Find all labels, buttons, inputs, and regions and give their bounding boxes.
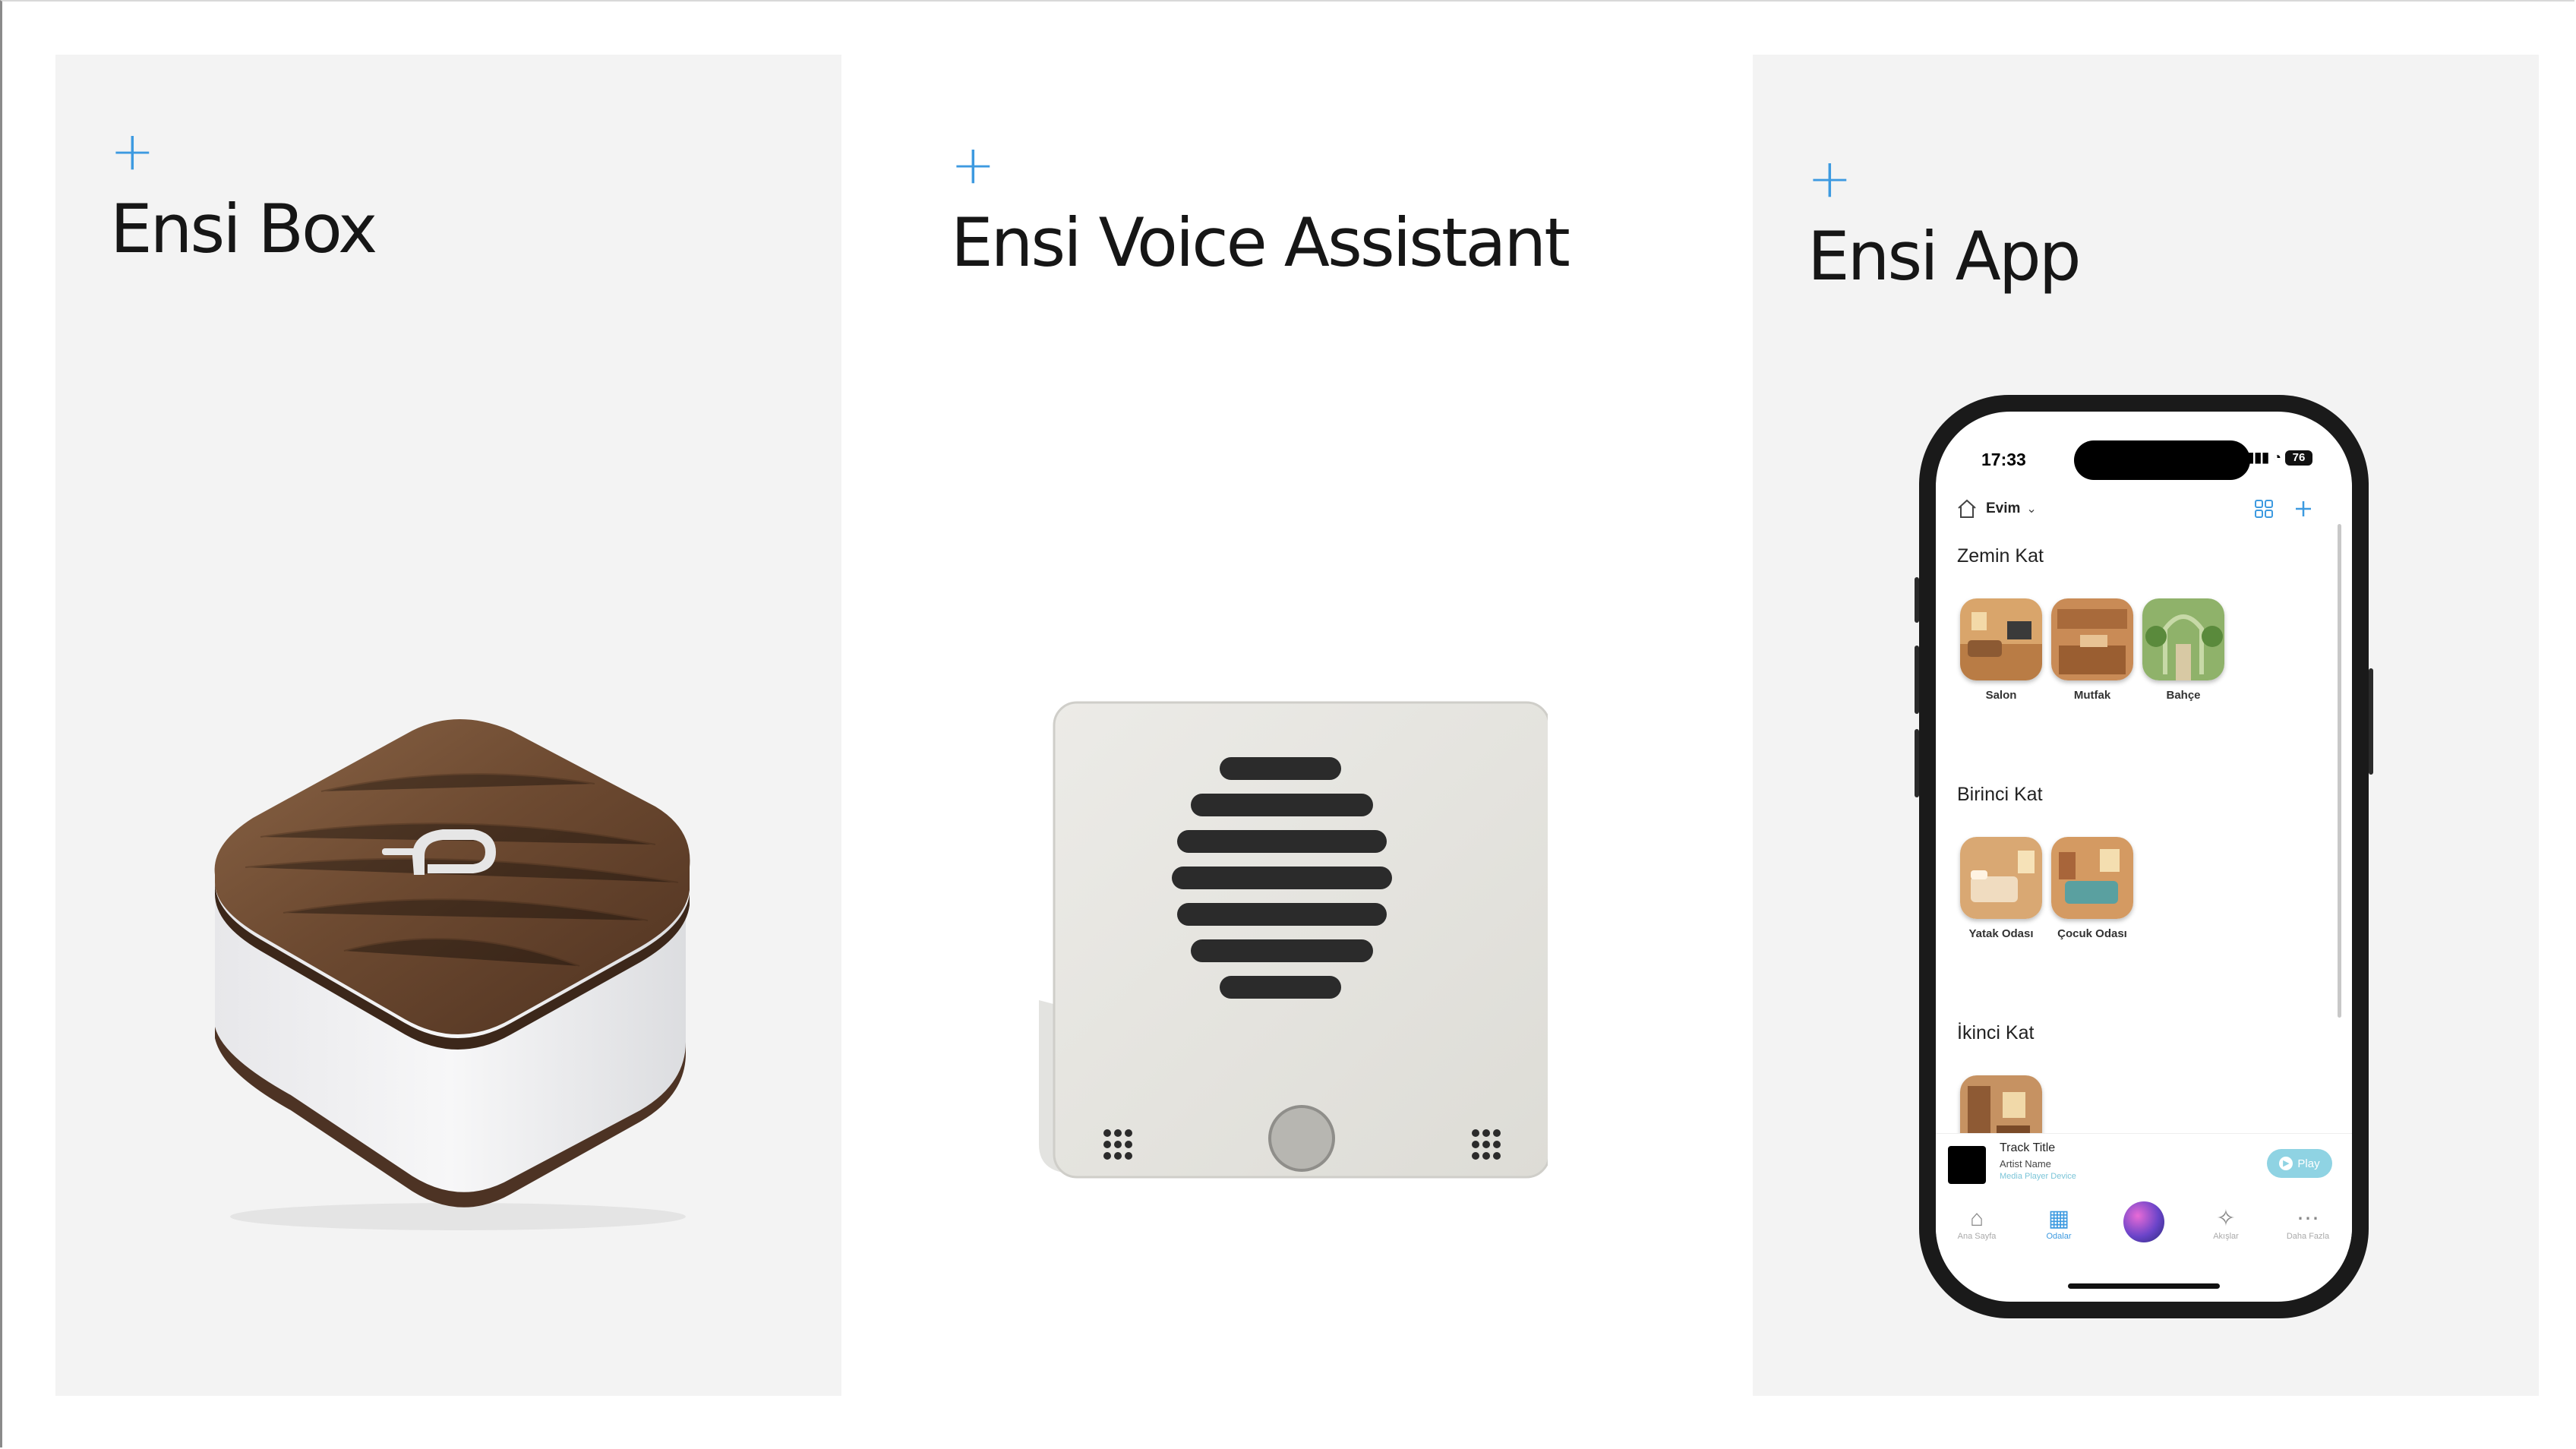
room-label: Salon: [1985, 689, 2017, 702]
status-icons: ▮▮▮ ◔ 76: [2246, 450, 2312, 466]
plus-icon[interactable]: +: [1807, 152, 1852, 205]
ensi-box-image: [214, 719, 690, 1230]
phone-screen: 17:33 ▮▮▮ ◔ 76 Evim ⌄ Zemin Kat Salon Mu…: [1936, 412, 2352, 1302]
panel-title: Ensi App: [1807, 217, 2082, 295]
power-button: [2369, 668, 2373, 775]
room-label: Mutfak: [2073, 689, 2111, 702]
button-icon: [1268, 1105, 1335, 1172]
battery-icon: 76: [2285, 450, 2312, 466]
album-art: [1948, 1146, 1986, 1184]
dynamic-island: [2074, 440, 2250, 480]
room-image: [2051, 598, 2133, 680]
panel-title: Ensi Box: [110, 190, 377, 268]
chevron-down-icon: ⌄: [2026, 503, 2037, 516]
room-label: Yatak Odası: [1968, 927, 2034, 940]
room-image: [1960, 598, 2042, 680]
add-icon[interactable]: [2293, 498, 2314, 519]
tab-label: Odalar: [2046, 1232, 2072, 1241]
volume-down-button: [1915, 729, 1919, 797]
room-card-bahce[interactable]: Bahçe: [2142, 598, 2224, 702]
rooms-grid-icon: ▦: [2047, 1206, 2070, 1231]
room-card-yatak-odasi[interactable]: Yatak Odası: [1960, 837, 2042, 940]
play-label: Play: [2297, 1157, 2320, 1170]
wifi-icon: ◔: [2273, 450, 2281, 465]
home-icon: [1958, 499, 1976, 518]
home-icon: ⌂: [1969, 1206, 1984, 1231]
panel-ensi-voice-assistant: + Ensi Voice Assistant: [841, 55, 1753, 1396]
play-button[interactable]: ▶ Play: [2267, 1149, 2332, 1178]
home-selector[interactable]: Evim ⌄: [1956, 494, 2037, 524]
plus-icon[interactable]: +: [951, 138, 996, 191]
phone-mockup: 17:33 ▮▮▮ ◔ 76 Evim ⌄ Zemin Kat Salon Mu…: [1915, 395, 2373, 1318]
assistant-orb-icon: [2123, 1201, 2164, 1242]
room-label: Çocuk Odası: [2057, 927, 2127, 940]
room-label: Bahçe: [2166, 689, 2201, 702]
tab-ana-sayfa[interactable]: ⌂ Ana Sayfa: [1936, 1206, 2018, 1241]
section-title: Birinci Kat: [1957, 784, 2043, 805]
tab-akislar[interactable]: ✧ Akışlar: [2185, 1206, 2267, 1241]
tab-assistant[interactable]: [2103, 1201, 2185, 1242]
room-image: [2051, 837, 2133, 919]
player-device: Media Player Device: [2000, 1172, 2076, 1181]
plus-icon[interactable]: +: [110, 125, 155, 178]
scrollbar[interactable]: [2338, 524, 2341, 1018]
section-title: Zemin Kat: [1957, 545, 2044, 567]
signal-icon: ▮▮▮: [2246, 450, 2270, 465]
home-indicator: [2068, 1283, 2220, 1289]
tab-odalar[interactable]: ▦ Odalar: [2018, 1206, 2100, 1241]
tab-label: Akışlar: [2213, 1232, 2239, 1241]
tab-label: Daha Fazla: [2286, 1232, 2330, 1241]
room-card-salon[interactable]: Salon: [1960, 598, 2042, 702]
voice-assistant-image: [1039, 701, 1548, 1179]
track-title: Track Title: [2000, 1141, 2056, 1154]
side-button: [1915, 577, 1919, 623]
status-time: 17:33: [1981, 450, 2026, 469]
room-image: [1960, 837, 2042, 919]
panel-ensi-box: + Ensi Box: [55, 55, 841, 1396]
room-card-mutfak[interactable]: Mutfak: [2051, 598, 2133, 702]
home-name: Evim: [1986, 500, 2021, 516]
volume-up-button: [1915, 646, 1919, 714]
grid-view-icon[interactable]: [2253, 498, 2275, 519]
section-title: İkinci Kat: [1957, 1022, 2035, 1043]
play-icon: ▶: [2279, 1157, 2293, 1170]
room-image: [2142, 598, 2224, 680]
more-icon: ⋯: [2297, 1206, 2319, 1231]
media-player-bar[interactable]: Track Title Artist Name Media Player Dev…: [1936, 1133, 2352, 1195]
tab-bar: ⌂ Ana Sayfa ▦ Odalar ✧ Akışlar ⋯ Daha Fa…: [1936, 1194, 2352, 1270]
tab-daha-fazla[interactable]: ⋯ Daha Fazla: [2267, 1206, 2349, 1241]
magic-wand-icon: ✧: [2216, 1206, 2236, 1231]
artist-name: Artist Name: [2000, 1158, 2051, 1170]
room-card-cocuk-odasi[interactable]: Çocuk Odası: [2051, 837, 2133, 940]
panel-title: Ensi Voice Assistant: [951, 204, 1571, 282]
tab-label: Ana Sayfa: [1957, 1232, 1997, 1241]
